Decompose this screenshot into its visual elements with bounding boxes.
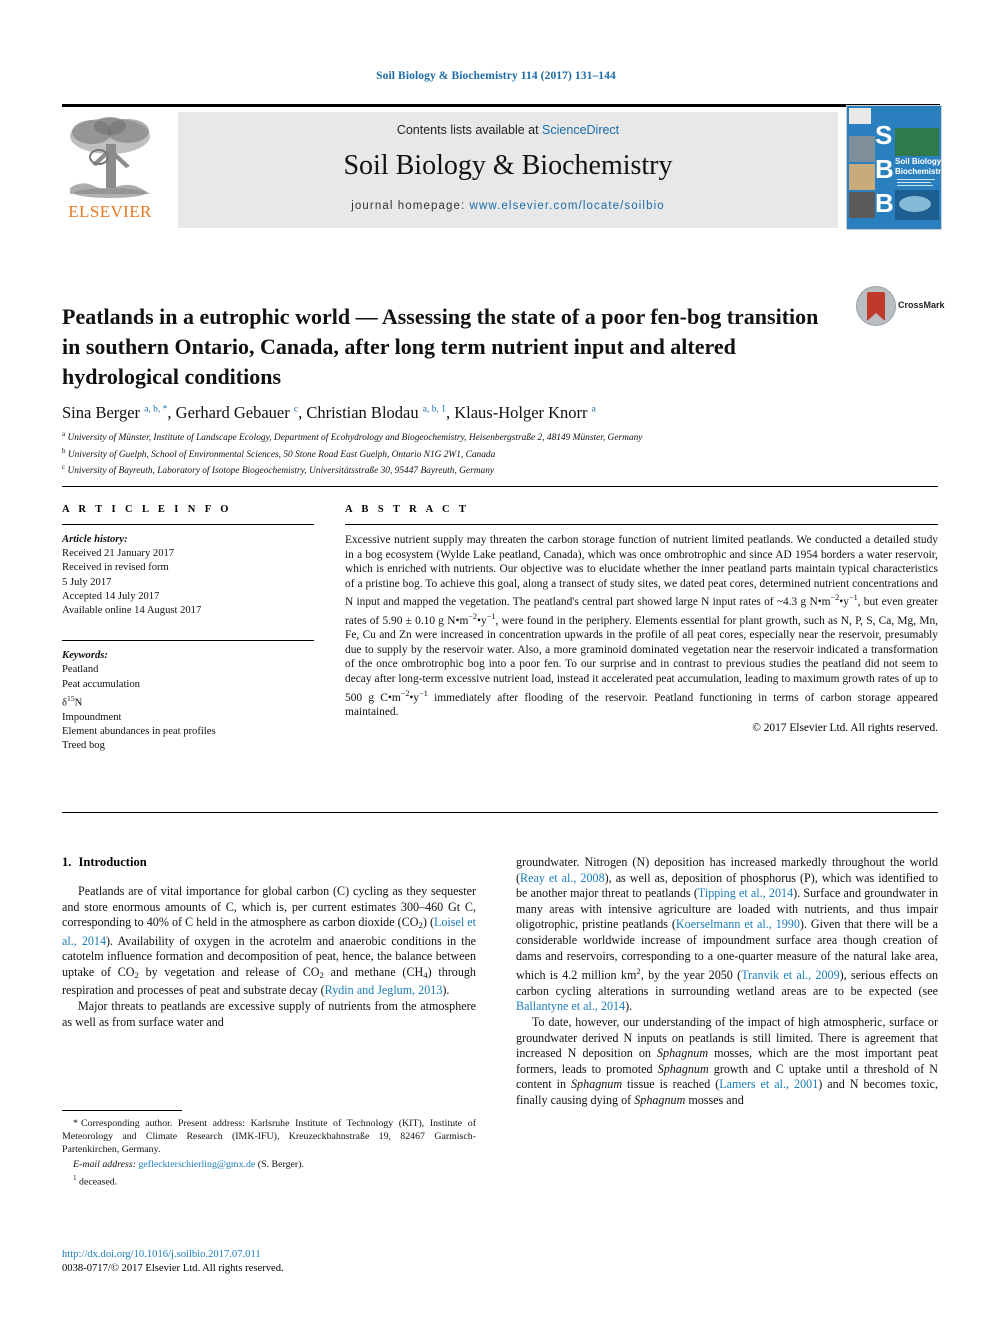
- history-item: Received 21 January 2017: [62, 548, 175, 560]
- masthead-banner: Contents lists available at ScienceDirec…: [178, 112, 838, 228]
- crossmark-badge[interactable]: CrossMark: [856, 286, 945, 328]
- contents-prefix: Contents lists available at: [396, 123, 543, 137]
- keyword-item: Element abundances in peat profiles: [62, 725, 216, 737]
- affiliation-list: a University of Münster, Institute of La…: [62, 428, 922, 478]
- affiliation-mark-c: c: [62, 463, 66, 472]
- affiliation-b: b University of Guelph, School of Enviro…: [62, 445, 922, 462]
- doi-link[interactable]: http://dx.doi.org/10.1016/j.soilbio.2017…: [62, 1248, 476, 1262]
- issn-copyright: 0038-0717/© 2017 Elsevier Ltd. All right…: [62, 1263, 284, 1274]
- masthead-top-rule: [62, 104, 940, 107]
- abstract-rule: [345, 524, 938, 525]
- body-paragraph: To date, however, our understanding of t…: [516, 1014, 938, 1107]
- body-column-left: 1. Introduction Peatlands are of vital im…: [62, 855, 476, 1030]
- abstract-text: Excessive nutrient supply may threaten t…: [345, 534, 938, 718]
- footnote-text: deceased.: [79, 1176, 118, 1188]
- journal-cover-art: S B B Soil Biology & Biochemistry: [847, 106, 941, 229]
- svg-text:B: B: [875, 188, 894, 218]
- abstract-bottom-rule: [62, 812, 938, 813]
- journal-masthead: ELSEVIER Contents lists available at Sci…: [62, 104, 942, 230]
- history-item: Accepted 14 July 2017: [62, 590, 160, 602]
- body-paragraph: Peatlands are of vital importance for gl…: [62, 884, 477, 998]
- body-paragraph: Major threats to peatlands are excessive…: [62, 998, 476, 1029]
- section-title: Introduction: [78, 855, 147, 869]
- affiliation-text-b: University of Guelph, School of Environm…: [67, 449, 496, 460]
- svg-text:Biochemistry: Biochemistry: [895, 167, 941, 176]
- affiliation-c: c University of Bayreuth, Laboratory of …: [62, 461, 922, 478]
- abstract-copyright: © 2017 Elsevier Ltd. All rights reserved…: [752, 721, 938, 734]
- affiliation-a: a University of Münster, Institute of La…: [62, 428, 922, 445]
- svg-text:Soil Biology &: Soil Biology &: [895, 157, 941, 166]
- footnote-mark-1: 1: [73, 1173, 77, 1182]
- homepage-prefix: journal homepage:: [351, 200, 470, 212]
- keyword-item: Treed bog: [62, 739, 105, 751]
- journal-homepage-link[interactable]: www.elsevier.com/locate/soilbio: [470, 200, 665, 212]
- sciencedirect-link[interactable]: ScienceDirect: [542, 123, 619, 137]
- keyword-item: Peat accumulation: [62, 678, 140, 690]
- keywords-label: Keywords:: [62, 650, 108, 662]
- footer-doi-block: http://dx.doi.org/10.1016/j.soilbio.2017…: [62, 1248, 476, 1276]
- keyword-item-delta15n: δ15N: [62, 693, 83, 709]
- keyword-item: Peatland: [62, 664, 99, 676]
- abstract-column: A B S T R A C T Excessive nutrient suppl…: [345, 504, 938, 734]
- elsevier-wordmark: ELSEVIER: [68, 202, 152, 221]
- article-history-label: Article history:: [62, 534, 128, 545]
- email-link[interactable]: gefleckterschierling@gmx.de: [138, 1159, 255, 1170]
- section-heading-introduction: 1. Introduction: [62, 855, 476, 870]
- article-info-column: A R T I C L E I N F O Article history: R…: [62, 504, 314, 753]
- crossmark-label: CrossMark: [898, 300, 945, 310]
- crossmark-notch-icon: [867, 313, 885, 321]
- footnote-mark: *: [73, 1118, 78, 1129]
- affiliation-text-c: University of Bayreuth, Laboratory of Is…: [67, 466, 495, 477]
- section-number: 1.: [62, 855, 72, 869]
- crossmark-circle-icon: [856, 286, 896, 326]
- elsevier-logo: ELSEVIER: [62, 108, 158, 228]
- article-page: Soil Biology & Biochemistry 114 (2017) 1…: [0, 0, 992, 1323]
- elsevier-tree-icon: [70, 117, 150, 198]
- history-item: Received in revised form: [62, 562, 169, 574]
- affiliation-mark-a: a: [62, 430, 66, 438]
- journal-cover-thumbnail: S B B Soil Biology & Biochemistry: [846, 105, 942, 230]
- keyword-item: Impoundment: [62, 711, 122, 723]
- history-item: 5 July 2017: [62, 576, 112, 588]
- author-list: Sina Berger a, b, *, Gerhard Gebauer c, …: [62, 403, 596, 422]
- history-item: Available online 14 August 2017: [62, 605, 202, 617]
- keywords-rule: [62, 640, 314, 642]
- info-top-rule: [62, 486, 938, 487]
- footnote-text: Corresponding author. Present address: K…: [62, 1118, 476, 1156]
- affiliation-mark-b: b: [62, 446, 66, 455]
- abstract-heading: A B S T R A C T: [345, 504, 470, 515]
- email-owner: (S. Berger).: [257, 1158, 304, 1170]
- article-info-rule: [62, 524, 314, 525]
- body-column-right: groundwater. Nitrogen (N) deposition has…: [516, 855, 938, 1109]
- footnote-deceased: 1 deceased.: [62, 1172, 476, 1189]
- svg-text:S: S: [875, 120, 892, 150]
- journal-title: Soil Biology & Biochemistry: [343, 150, 673, 181]
- affiliation-text-a: University of Münster, Institute of Land…: [67, 433, 643, 444]
- article-info-heading: A R T I C L E I N F O: [62, 504, 232, 515]
- footnote-block: * Corresponding author. Present address: …: [62, 1110, 476, 1189]
- article-history: Article history: Received 21 January 201…: [62, 533, 314, 618]
- running-head: Soil Biology & Biochemistry 114 (2017) 1…: [376, 70, 616, 82]
- body-paragraph: groundwater. Nitrogen (N) deposition has…: [516, 855, 939, 1014]
- footnote-email: E-mail address: gefleckterschierling@gmx…: [62, 1158, 476, 1171]
- footnote-rule: [62, 1110, 182, 1111]
- contents-lists-line: Contents lists available at ScienceDirec…: [178, 123, 838, 137]
- page-title: Peatlands in a eutrophic world — Assessi…: [62, 303, 819, 389]
- svg-text:B: B: [875, 154, 894, 184]
- journal-homepage-line: journal homepage: www.elsevier.com/locat…: [178, 200, 838, 212]
- footnote-corresponding-author: * Corresponding author. Present address: …: [62, 1117, 476, 1157]
- email-label: E-mail address:: [73, 1158, 136, 1170]
- keywords-block: Keywords: Peatland Peat accumulation δ15…: [62, 649, 314, 753]
